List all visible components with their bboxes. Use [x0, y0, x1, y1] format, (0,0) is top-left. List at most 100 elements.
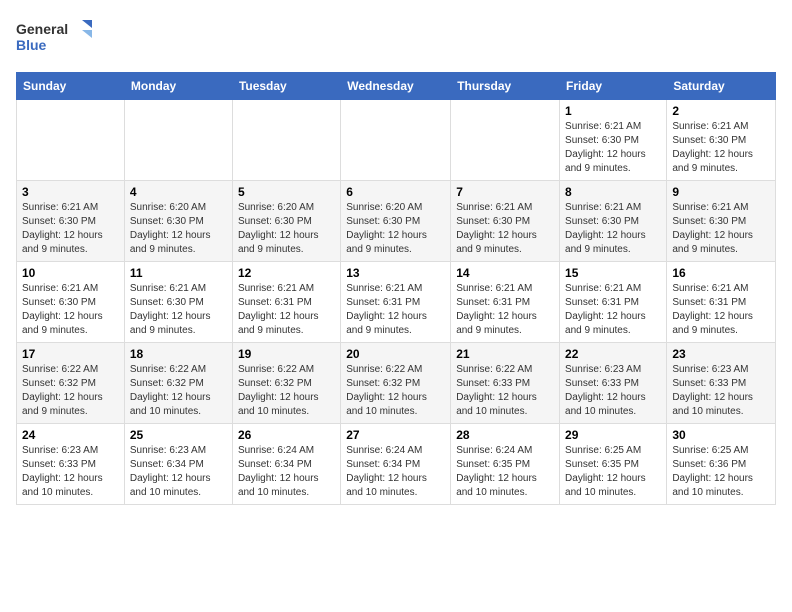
day-cell: 30 Sunrise: 6:25 AM Sunset: 6:36 PM Dayli…: [667, 424, 776, 505]
day-number: 27: [346, 428, 445, 442]
header-thursday: Thursday: [451, 73, 560, 100]
logo-svg: General Blue: [16, 16, 96, 60]
week-row-4: 17Sunrise: 6:22 AM Sunset: 6:32 PM Dayli…: [17, 343, 776, 424]
day-info: Sunrise: 6:21 AM Sunset: 6:30 PM Dayligh…: [565, 120, 661, 176]
day-cell: 28 Sunrise: 6:24 AM Sunset: 6:35 PM Dayli…: [451, 424, 560, 505]
day-cell: 4 Sunrise: 6:20 AM Sunset: 6:30 PM Daylig…: [124, 181, 232, 262]
logo: General Blue: [16, 16, 96, 60]
day-cell: [341, 100, 451, 181]
day-cell: 5Sunrise: 6:20 AM Sunset: 6:30 PM Daylig…: [232, 181, 340, 262]
day-info: Sunrise: 6:22 AM Sunset: 6:33 PM Dayligh…: [456, 363, 554, 419]
day-number: 18: [130, 347, 227, 361]
day-info: Sunrise: 6:22 AM Sunset: 6:32 PM Dayligh…: [22, 363, 119, 419]
day-info: Sunrise: 6:22 AM Sunset: 6:32 PM Dayligh…: [346, 363, 445, 419]
day-number: 14: [456, 266, 554, 280]
calendar-table: SundayMondayTuesdayWednesdayThursdayFrid…: [16, 72, 776, 505]
day-info: Sunrise: 6:21 AM Sunset: 6:30 PM Dayligh…: [565, 201, 661, 257]
header-friday: Friday: [560, 73, 667, 100]
day-number: 9: [672, 185, 770, 199]
day-info: Sunrise: 6:22 AM Sunset: 6:32 PM Dayligh…: [238, 363, 335, 419]
day-cell: 12 Sunrise: 6:21 AM Sunset: 6:31 PM Dayli…: [232, 262, 340, 343]
day-number: 19: [238, 347, 335, 361]
day-info: Sunrise: 6:20 AM Sunset: 6:30 PM Dayligh…: [130, 201, 227, 257]
day-cell: 25 Sunrise: 6:23 AM Sunset: 6:34 PM Dayli…: [124, 424, 232, 505]
day-cell: 16 Sunrise: 6:21 AM Sunset: 6:31 PM Dayli…: [667, 262, 776, 343]
week-row-2: 3 Sunrise: 6:21 AM Sunset: 6:30 PM Daylig…: [17, 181, 776, 262]
day-number: 22: [565, 347, 661, 361]
week-row-1: 1 Sunrise: 6:21 AM Sunset: 6:30 PM Daylig…: [17, 100, 776, 181]
day-info: Sunrise: 6:23 AM Sunset: 6:33 PM Dayligh…: [672, 363, 770, 419]
day-info: Sunrise: 6:22 AM Sunset: 6:32 PM Dayligh…: [130, 363, 227, 419]
day-info: Sunrise: 6:21 AM Sunset: 6:30 PM Dayligh…: [672, 201, 770, 257]
day-info: Sunrise: 6:24 AM Sunset: 6:35 PM Dayligh…: [456, 444, 554, 500]
day-info: Sunrise: 6:21 AM Sunset: 6:31 PM Dayligh…: [672, 282, 770, 338]
day-info: Sunrise: 6:20 AM Sunset: 6:30 PM Dayligh…: [346, 201, 445, 257]
day-cell: 2Sunrise: 6:21 AM Sunset: 6:30 PM Daylig…: [667, 100, 776, 181]
week-row-5: 24 Sunrise: 6:23 AM Sunset: 6:33 PM Dayli…: [17, 424, 776, 505]
day-number: 12: [238, 266, 335, 280]
day-info: Sunrise: 6:25 AM Sunset: 6:36 PM Dayligh…: [672, 444, 770, 500]
day-info: Sunrise: 6:21 AM Sunset: 6:30 PM Dayligh…: [130, 282, 227, 338]
day-cell: 10Sunrise: 6:21 AM Sunset: 6:30 PM Dayli…: [17, 262, 125, 343]
day-info: Sunrise: 6:24 AM Sunset: 6:34 PM Dayligh…: [238, 444, 335, 500]
day-cell: 15 Sunrise: 6:21 AM Sunset: 6:31 PM Dayli…: [560, 262, 667, 343]
day-cell: [124, 100, 232, 181]
day-info: Sunrise: 6:20 AM Sunset: 6:30 PM Dayligh…: [238, 201, 335, 257]
day-cell: 23 Sunrise: 6:23 AM Sunset: 6:33 PM Dayli…: [667, 343, 776, 424]
day-cell: 17Sunrise: 6:22 AM Sunset: 6:32 PM Dayli…: [17, 343, 125, 424]
header-monday: Monday: [124, 73, 232, 100]
day-cell: 9 Sunrise: 6:21 AM Sunset: 6:30 PM Daylig…: [667, 181, 776, 262]
day-info: Sunrise: 6:21 AM Sunset: 6:30 PM Dayligh…: [22, 201, 119, 257]
day-number: 29: [565, 428, 661, 442]
day-cell: 13Sunrise: 6:21 AM Sunset: 6:31 PM Dayli…: [341, 262, 451, 343]
day-number: 3: [22, 185, 119, 199]
day-number: 16: [672, 266, 770, 280]
day-number: 4: [130, 185, 227, 199]
header-tuesday: Tuesday: [232, 73, 340, 100]
day-info: Sunrise: 6:21 AM Sunset: 6:30 PM Dayligh…: [22, 282, 119, 338]
day-cell: 26Sunrise: 6:24 AM Sunset: 6:34 PM Dayli…: [232, 424, 340, 505]
day-number: 7: [456, 185, 554, 199]
day-info: Sunrise: 6:23 AM Sunset: 6:33 PM Dayligh…: [22, 444, 119, 500]
svg-text:Blue: Blue: [16, 37, 47, 53]
page-header: General Blue: [16, 16, 776, 60]
day-info: Sunrise: 6:21 AM Sunset: 6:31 PM Dayligh…: [238, 282, 335, 338]
day-cell: 22 Sunrise: 6:23 AM Sunset: 6:33 PM Dayli…: [560, 343, 667, 424]
day-cell: [451, 100, 560, 181]
day-info: Sunrise: 6:25 AM Sunset: 6:35 PM Dayligh…: [565, 444, 661, 500]
day-number: 11: [130, 266, 227, 280]
day-number: 15: [565, 266, 661, 280]
day-number: 30: [672, 428, 770, 442]
svg-text:General: General: [16, 21, 68, 37]
week-row-3: 10Sunrise: 6:21 AM Sunset: 6:30 PM Dayli…: [17, 262, 776, 343]
day-number: 1: [565, 104, 661, 118]
day-number: 28: [456, 428, 554, 442]
day-cell: 20 Sunrise: 6:22 AM Sunset: 6:32 PM Dayli…: [341, 343, 451, 424]
day-cell: 21Sunrise: 6:22 AM Sunset: 6:33 PM Dayli…: [451, 343, 560, 424]
day-cell: 19 Sunrise: 6:22 AM Sunset: 6:32 PM Dayli…: [232, 343, 340, 424]
day-info: Sunrise: 6:23 AM Sunset: 6:33 PM Dayligh…: [565, 363, 661, 419]
day-cell: 3 Sunrise: 6:21 AM Sunset: 6:30 PM Daylig…: [17, 181, 125, 262]
day-cell: 24 Sunrise: 6:23 AM Sunset: 6:33 PM Dayli…: [17, 424, 125, 505]
day-info: Sunrise: 6:24 AM Sunset: 6:34 PM Dayligh…: [346, 444, 445, 500]
day-number: 25: [130, 428, 227, 442]
day-cell: 27 Sunrise: 6:24 AM Sunset: 6:34 PM Dayli…: [341, 424, 451, 505]
day-number: 13: [346, 266, 445, 280]
day-cell: [232, 100, 340, 181]
day-cell: 8Sunrise: 6:21 AM Sunset: 6:30 PM Daylig…: [560, 181, 667, 262]
day-info: Sunrise: 6:23 AM Sunset: 6:34 PM Dayligh…: [130, 444, 227, 500]
header-sunday: Sunday: [17, 73, 125, 100]
day-cell: 11 Sunrise: 6:21 AM Sunset: 6:30 PM Dayli…: [124, 262, 232, 343]
calendar-header-row: SundayMondayTuesdayWednesdayThursdayFrid…: [17, 73, 776, 100]
day-cell: 6Sunrise: 6:20 AM Sunset: 6:30 PM Daylig…: [341, 181, 451, 262]
day-info: Sunrise: 6:21 AM Sunset: 6:30 PM Dayligh…: [672, 120, 770, 176]
day-info: Sunrise: 6:21 AM Sunset: 6:31 PM Dayligh…: [456, 282, 554, 338]
day-cell: [17, 100, 125, 181]
day-number: 23: [672, 347, 770, 361]
day-number: 20: [346, 347, 445, 361]
day-cell: 14 Sunrise: 6:21 AM Sunset: 6:31 PM Dayli…: [451, 262, 560, 343]
day-info: Sunrise: 6:21 AM Sunset: 6:30 PM Dayligh…: [456, 201, 554, 257]
day-cell: 7 Sunrise: 6:21 AM Sunset: 6:30 PM Daylig…: [451, 181, 560, 262]
day-number: 24: [22, 428, 119, 442]
day-info: Sunrise: 6:21 AM Sunset: 6:31 PM Dayligh…: [565, 282, 661, 338]
